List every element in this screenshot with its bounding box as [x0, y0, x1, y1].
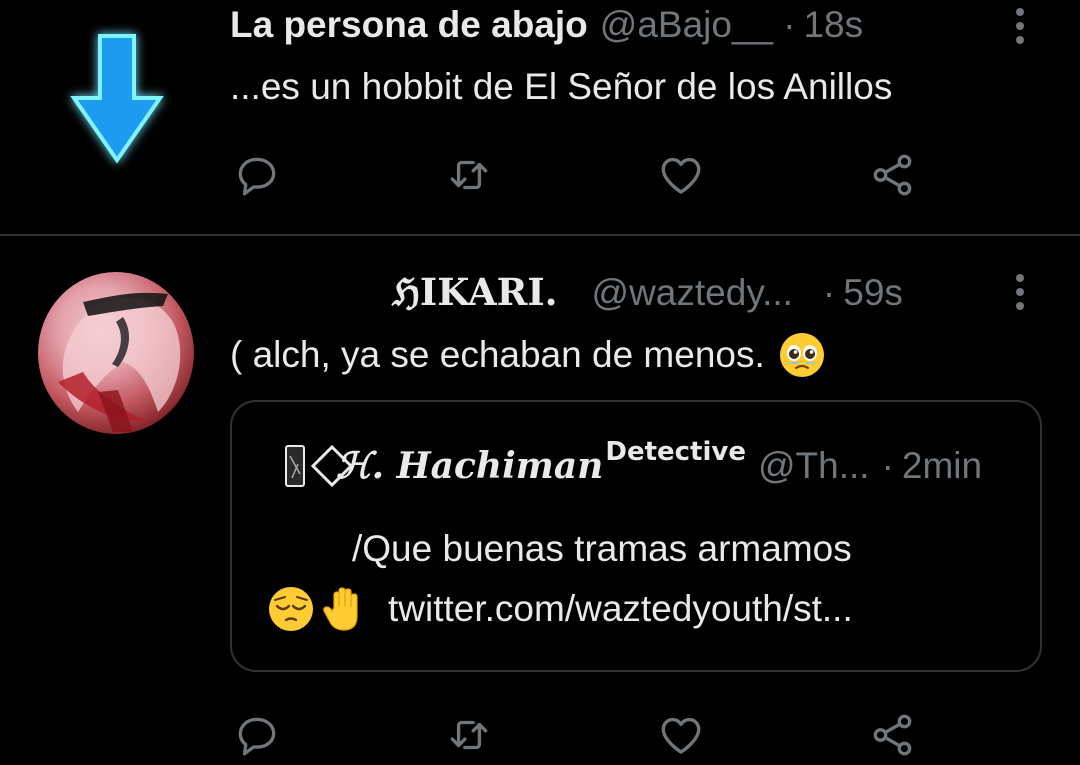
share-icon[interactable] — [868, 710, 918, 760]
more-options-icon[interactable] — [1015, 8, 1025, 48]
pleading-face-icon — [779, 332, 825, 378]
more-options-icon[interactable] — [1015, 274, 1025, 314]
like-icon[interactable] — [656, 150, 706, 200]
quote-name-badge: Detective — [605, 437, 746, 467]
user-handle[interactable]: @aBajo__ — [600, 4, 773, 46]
separator-dot: · — [783, 4, 796, 45]
display-name[interactable]: ℌIKARI. — [392, 270, 558, 314]
tweet-header: La persona de abajo @aBajo__ · 18s — [230, 4, 863, 46]
share-icon[interactable] — [868, 150, 918, 200]
reply-icon[interactable] — [232, 710, 282, 760]
pensive-face-icon — [268, 586, 314, 632]
user-handle[interactable]: @waztedy... — [592, 272, 793, 314]
raised-hand-icon — [320, 586, 366, 632]
separator-dot: · — [822, 272, 836, 313]
quote-text: /Que buenas tramas armamos — [352, 528, 852, 569]
timestamp[interactable]: 18s — [803, 4, 863, 46]
quote-text-row: twitter.com/waztedyouth/st... — [268, 586, 853, 632]
reply-icon[interactable] — [232, 150, 282, 200]
quote-header: ℋ. Hachiman Detective @Th... · 2min — [284, 437, 982, 488]
quote-user-handle[interactable]: @Th... — [758, 445, 870, 487]
tweet-actions — [232, 710, 922, 760]
quote-separator-dot: · — [881, 445, 894, 486]
quote-timestamp[interactable]: 2min — [902, 445, 982, 487]
timestamp[interactable]: 59s — [843, 272, 903, 314]
down-arrow-icon — [62, 22, 172, 172]
avatar[interactable] — [38, 272, 194, 434]
display-name[interactable]: La persona de abajo — [230, 4, 588, 46]
phone-icon — [284, 444, 306, 488]
quote-display-name[interactable]: ℋ. Hachiman — [336, 445, 603, 487]
tweet-2[interactable]: ℌIKARI. @waztedy... · 59s ( alch, ya se … — [0, 236, 1080, 760]
tweet-text: ( alch, ya se echaban de menos. — [230, 334, 765, 375]
like-icon[interactable] — [656, 710, 706, 760]
tweet-header: ℌIKARI. @waztedy... · 59s — [392, 270, 903, 314]
retweet-icon[interactable] — [444, 710, 494, 760]
tweet-actions — [232, 150, 922, 200]
tweet-text: ...es un hobbit de El Señor de los Anill… — [230, 66, 893, 107]
tweet-1[interactable]: La persona de abajo @aBajo__ · 18s ...es… — [0, 0, 1080, 234]
retweet-icon[interactable] — [444, 150, 494, 200]
quote-link[interactable]: twitter.com/waztedyouth/st... — [388, 588, 853, 630]
quoted-tweet[interactable]: ℋ. Hachiman Detective @Th... · 2min /Que… — [230, 400, 1042, 672]
tweet-text-row: ( alch, ya se echaban de menos. — [230, 332, 831, 378]
